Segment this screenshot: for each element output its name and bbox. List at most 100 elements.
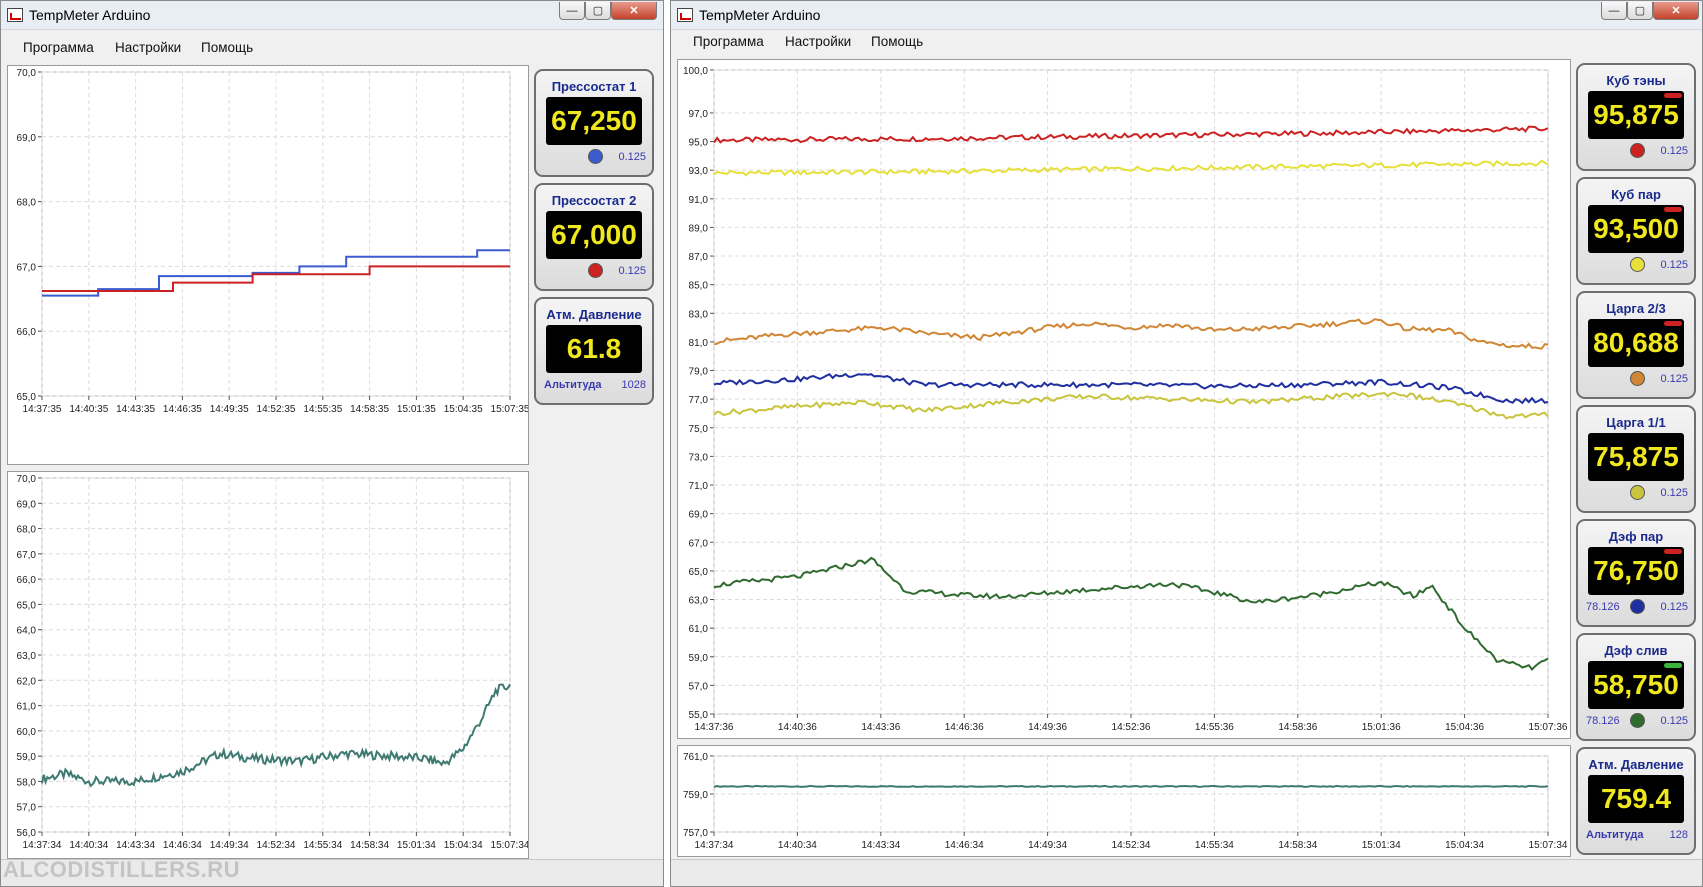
x-tick-label: 15:04:36 [1445,722,1484,733]
gauge-0: Прессостат 1 67,250 0.125 [534,69,654,177]
x-tick-label: 14:37:34 [23,840,62,851]
minimize-button[interactable]: — [559,2,585,20]
alarm-indicator [1664,549,1682,554]
x-tick-label: 14:49:34 [1028,840,1067,851]
x-tick-label: 14:55:34 [1195,840,1234,851]
y-tick-label: 62,0 [17,676,37,687]
x-tick-label: 14:52:34 [1112,840,1151,851]
x-tick-label: 14:58:35 [350,404,389,415]
right-main-chart-svg: 100,0 97,0 95,0 93,0 91,0 89,0 87,0 85,0 83,0 81,… [683,66,1568,733]
menu-settings[interactable]: Настройки [785,34,851,49]
close-button[interactable]: ✕ [611,2,657,20]
x-tick-label: 14:43:34 [861,840,900,851]
x-tick-label: 14:58:34 [350,840,389,851]
minimize-button[interactable]: — [1601,2,1627,20]
y-tick-label: 73,0 [689,452,709,463]
y-tick-label: 67,0 [17,262,37,273]
right-menubar: Программа Настройки Помощь [671,29,1702,53]
x-tick-label: 14:37:35 [23,404,62,415]
gauge-resolution: 1028 [621,379,646,391]
gauge-4: Дэф пар 76,750 78.126 0.125 [1576,519,1696,627]
y-tick-label: 79,0 [689,367,709,378]
right-titlebar[interactable]: TempMeter Arduino — ▢ ✕ [671,1,1702,30]
y-tick-label: 56,0 [17,828,37,839]
gauge-resolution: 0.125 [1660,373,1688,385]
y-tick-label: 83,0 [689,309,709,320]
y-tick-label: 100,0 [683,66,708,77]
y-tick-label: 60,0 [17,727,37,738]
x-tick-label: 14:46:34 [163,840,202,851]
right-pressure-chart-svg: 761,0 759,0 757,014:37:34 14:40:34 14:43:34 1… [683,752,1568,851]
x-tick-label: 14:49:35 [210,404,249,415]
y-tick-label: 68,0 [17,198,37,209]
x-tick-label: 14:55:35 [303,404,342,415]
gauge-3: Царга 1/1 75,875 0.125 [1576,405,1696,513]
x-tick-label: 14:49:36 [1028,722,1067,733]
app-icon [7,8,23,22]
gauge-0: Куб тэны 95,875 0.125 [1576,63,1696,171]
y-tick-label: 65,0 [689,567,709,578]
x-tick-label: 14:40:34 [778,840,817,851]
left-top-chart: 70,0 69,0 68,0 67,0 66,0 65,0 14:37:35 14:40:35… [7,65,529,465]
gauge-title: Прессостат 1 [551,79,637,94]
gauge-title: Царга 2/3 [1606,301,1666,316]
y-tick-label: 66,0 [17,575,37,586]
gauge-display: 76,750 [1588,547,1684,595]
menu-help[interactable]: Помощь [871,34,923,49]
left-bottom-chart-svg: 70,0 69,0 68,0 67,0 66,0 65,0 64,0 63,0 62,0 61,0… [17,474,528,851]
y-tick-label: 63,0 [689,596,709,607]
menu-help[interactable]: Помощь [201,40,253,55]
x-tick-label: 14:37:34 [695,840,734,851]
series-color-dot [1630,143,1645,158]
y-tick-label: 55,0 [689,710,709,721]
x-tick-label: 14:40:35 [69,404,108,415]
y-tick-label: 95,0 [689,138,709,149]
right-window: TempMeter Arduino — ▢ ✕ Программа Настро… [670,0,1703,887]
y-tick-label: 87,0 [689,252,709,263]
y-tick-label: 93,0 [689,166,709,177]
gauge-display: 95,875 [1588,91,1684,139]
gauge-display: 67,250 [546,97,642,145]
series-color-dot [588,149,603,164]
y-tick-label: 65,0 [17,392,37,403]
alarm-indicator [1664,663,1682,668]
close-button[interactable]: ✕ [1653,2,1699,20]
y-tick-label: 69,0 [689,510,709,521]
gauge-title: Куб тэны [1606,73,1666,88]
x-tick-label: 15:04:34 [444,840,483,851]
gauge-display: 61.8 [546,325,642,373]
gauge-title: Прессостат 2 [551,193,637,208]
watermark: ALCODISTILLERS.RU [3,857,241,882]
x-tick-label: 15:04:35 [444,404,483,415]
y-tick-label: 59,0 [689,653,709,664]
y-tick-label: 70,0 [17,68,37,79]
menu-program[interactable]: Программа [23,40,94,55]
maximize-button[interactable]: ▢ [585,2,611,20]
y-tick-label: 66,0 [17,327,37,338]
menu-settings[interactable]: Настройки [115,40,181,55]
gauge-title: Атм. Давление [1588,757,1684,772]
x-tick-label: 14:58:34 [1278,840,1317,851]
gauge-resolution: 0.125 [618,265,646,277]
alarm-indicator [1664,93,1682,98]
y-tick-label: 759,0 [683,790,708,801]
left-window-title: TempMeter Arduino [29,7,151,23]
gauge-sub-label: Альтитуда [1586,829,1644,841]
right-statusbar [671,859,1702,886]
app-icon [677,8,693,22]
x-tick-label: 15:04:34 [1445,840,1484,851]
series-color-dot [1630,713,1645,728]
menu-program[interactable]: Программа [693,34,764,49]
gauge-display: 67,000 [546,211,642,259]
gauge-1: Прессостат 2 67,000 0.125 [534,183,654,291]
alarm-indicator [1664,321,1682,326]
gauge-6: Атм. Давление 759.4 Альтитуда 128 [1576,747,1696,855]
y-tick-label: 67,0 [689,538,709,549]
x-tick-label: 15:01:35 [397,404,436,415]
left-titlebar[interactable]: TempMeter Arduino — ▢ ✕ [1,1,663,30]
y-tick-label: 91,0 [689,195,709,206]
x-tick-label: 15:07:34 [491,840,528,851]
y-tick-label: 67,0 [17,550,37,561]
y-tick-label: 81,0 [689,338,709,349]
maximize-button[interactable]: ▢ [1627,2,1653,20]
